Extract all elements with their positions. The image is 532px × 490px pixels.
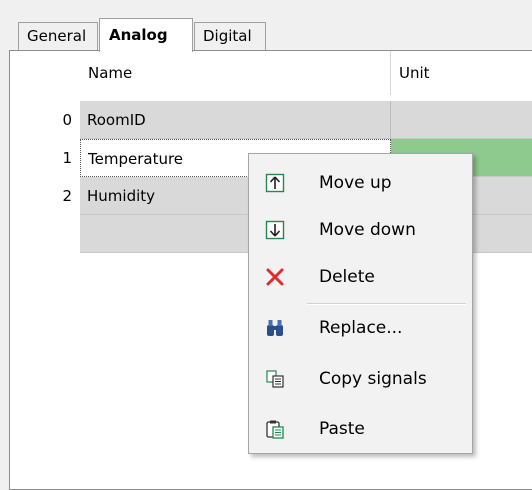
menu-item-label: Move up [319,173,392,193]
context-menu: Move up Move down Delete Replace... Copy… [248,153,473,454]
menu-item-move-down[interactable]: Move down [249,211,472,249]
binoculars-icon [265,318,285,338]
tab-analog[interactable]: Analog [99,18,193,52]
menu-item-label: Paste [319,419,365,439]
table-cell-name[interactable]: RoomID [80,101,391,139]
row-index: 1 [62,149,72,167]
menu-item-copy-signals[interactable]: Copy signals [249,360,472,398]
copy-icon [265,369,285,389]
tab-general[interactable]: General [18,22,98,50]
menu-item-label: Delete [319,267,375,287]
table-cell-unit[interactable] [391,101,532,139]
row-index: 2 [62,187,72,205]
arrow-up-icon [265,173,285,193]
tab-digital[interactable]: Digital [194,22,266,50]
menu-item-label: Move down [319,220,416,240]
paste-icon [265,419,285,439]
menu-item-replace[interactable]: Replace... [249,309,472,347]
menu-separator [307,303,466,305]
delete-x-icon [265,267,285,287]
row-index: 0 [62,111,72,129]
arrow-down-icon [265,220,285,240]
menu-item-label: Replace... [319,318,403,338]
column-header-name[interactable]: Name [80,51,391,95]
menu-item-delete[interactable]: Delete [249,258,472,296]
menu-item-move-up[interactable]: Move up [249,164,472,202]
menu-item-label: Copy signals [319,369,427,389]
menu-item-paste[interactable]: Paste [249,410,472,448]
column-header-unit[interactable]: Unit [391,51,532,95]
